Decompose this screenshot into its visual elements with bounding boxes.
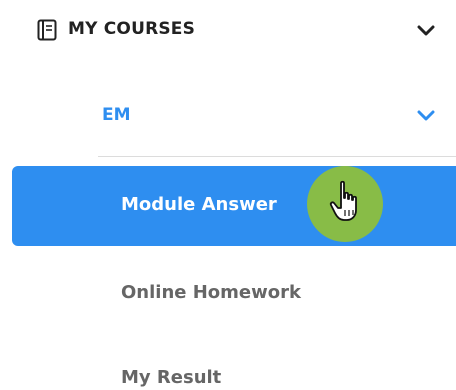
chevron-down-icon[interactable] — [417, 110, 435, 122]
menu-item-label: My Result — [121, 367, 222, 388]
course-label: EM — [102, 105, 131, 125]
chevron-down-icon[interactable] — [417, 25, 435, 37]
course-em[interactable]: EM — [98, 94, 456, 157]
menu-item-online-homework[interactable]: Online Homework — [12, 262, 456, 322]
section-title: MY COURSES — [68, 19, 196, 39]
sidebar-nav: MY COURSES EM Module Answer Online Homew… — [0, 0, 456, 390]
notebook-icon — [37, 19, 57, 41]
menu-item-label: Module Answer — [121, 194, 277, 215]
menu-item-module-answer[interactable]: Module Answer — [12, 166, 456, 246]
menu-item-my-result[interactable]: My Result — [12, 352, 456, 390]
my-courses-header[interactable]: MY COURSES — [0, 0, 456, 62]
menu-item-label: Online Homework — [121, 282, 301, 303]
hand-pointer-icon — [329, 180, 357, 221]
